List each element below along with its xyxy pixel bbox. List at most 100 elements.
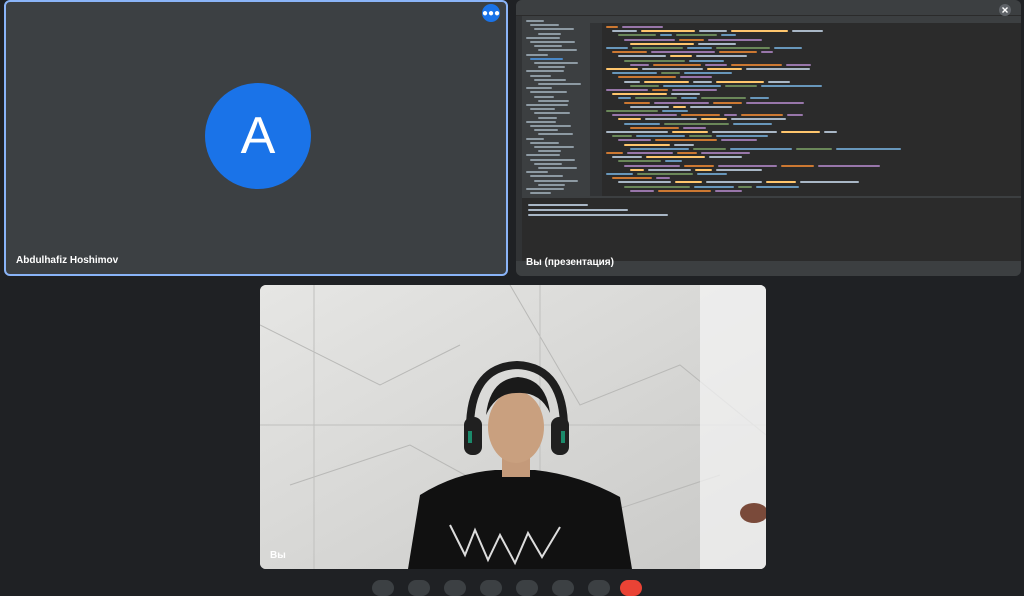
code-line	[701, 97, 746, 100]
code-line	[663, 84, 721, 87]
code-line	[630, 168, 644, 171]
code-line	[648, 168, 691, 171]
code-line	[612, 156, 642, 159]
presentation-tile[interactable]: Вы (презентация)	[516, 0, 1021, 276]
code-line	[718, 164, 777, 167]
code-line	[719, 51, 757, 54]
code-line	[654, 101, 709, 104]
code-line	[792, 30, 823, 33]
control-button[interactable]	[372, 580, 394, 596]
participant-tile-remote[interactable]: ●●● A Abdulhafiz Hoshimov	[4, 0, 508, 276]
code-line	[706, 181, 762, 184]
code-line	[796, 147, 832, 150]
code-line	[672, 89, 717, 91]
more-options-button[interactable]: ●●●	[482, 4, 500, 22]
code-line	[606, 47, 628, 49]
code-line	[646, 156, 705, 159]
code-line	[624, 164, 680, 167]
tree-item	[534, 62, 578, 64]
tree-item	[538, 116, 557, 119]
close-icon[interactable]	[999, 4, 1011, 16]
terminal-line	[528, 204, 588, 206]
code-line	[653, 63, 701, 66]
control-button[interactable]	[408, 580, 430, 596]
code-line	[768, 80, 790, 83]
code-line	[694, 185, 734, 188]
code-line	[781, 164, 814, 167]
code-line	[731, 30, 788, 33]
tree-item	[526, 70, 564, 73]
code-line	[774, 47, 802, 49]
code-line	[693, 80, 712, 83]
code-line	[618, 34, 656, 37]
code-line	[658, 189, 711, 192]
control-button[interactable]	[480, 580, 502, 596]
tree-item	[530, 141, 559, 144]
code-line	[606, 89, 648, 91]
code-line	[708, 38, 762, 41]
code-line	[662, 110, 688, 112]
control-button[interactable]	[516, 580, 538, 596]
code-line	[612, 30, 637, 33]
ide-project-tree	[522, 16, 590, 196]
code-line	[781, 131, 820, 133]
code-line	[750, 97, 769, 100]
avatar: A	[205, 83, 311, 189]
code-line	[725, 84, 757, 87]
code-line	[761, 84, 822, 87]
code-line	[690, 105, 732, 108]
self-video-tile[interactable]: Вы	[260, 285, 766, 569]
code-line	[697, 173, 727, 175]
control-button[interactable]	[588, 580, 610, 596]
control-button[interactable]	[444, 580, 466, 596]
end-call-button[interactable]	[620, 580, 642, 596]
code-line	[651, 51, 715, 54]
code-line	[630, 147, 689, 150]
code-line	[693, 147, 726, 150]
code-line	[684, 72, 732, 75]
code-line	[664, 122, 729, 125]
tree-item	[534, 162, 562, 165]
ide-terminal	[522, 196, 1021, 263]
self-video-feed	[260, 285, 766, 569]
tree-item	[538, 167, 577, 169]
code-line	[683, 126, 706, 129]
code-line	[644, 80, 689, 83]
tree-item	[538, 83, 581, 85]
code-line	[674, 143, 694, 146]
code-line	[624, 185, 690, 188]
code-line	[655, 139, 717, 142]
control-button[interactable]	[552, 580, 574, 596]
code-line	[730, 147, 792, 150]
code-line	[800, 181, 859, 184]
code-line	[672, 131, 708, 133]
code-line	[652, 89, 668, 91]
code-line	[641, 30, 695, 33]
code-line	[627, 152, 673, 154]
self-name: Вы	[270, 550, 286, 561]
code-line	[712, 131, 777, 133]
code-line	[624, 59, 685, 62]
tree-item	[530, 108, 555, 111]
tree-item	[534, 78, 566, 81]
code-line	[612, 135, 632, 138]
code-line	[624, 38, 675, 41]
code-line	[630, 63, 649, 66]
tree-item	[534, 179, 578, 182]
code-line	[680, 76, 712, 79]
code-line	[766, 181, 796, 184]
tree-item	[530, 175, 563, 178]
code-line	[606, 110, 658, 112]
tree-item	[526, 36, 560, 39]
code-line	[660, 34, 672, 37]
code-line	[676, 34, 717, 37]
code-line	[635, 97, 677, 100]
tree-item	[538, 49, 577, 52]
code-line	[606, 152, 623, 154]
code-line	[705, 63, 727, 66]
code-line	[738, 185, 752, 188]
code-line	[761, 51, 773, 54]
tree-item	[534, 146, 574, 148]
code-line	[695, 168, 712, 171]
tree-item	[530, 158, 575, 161]
